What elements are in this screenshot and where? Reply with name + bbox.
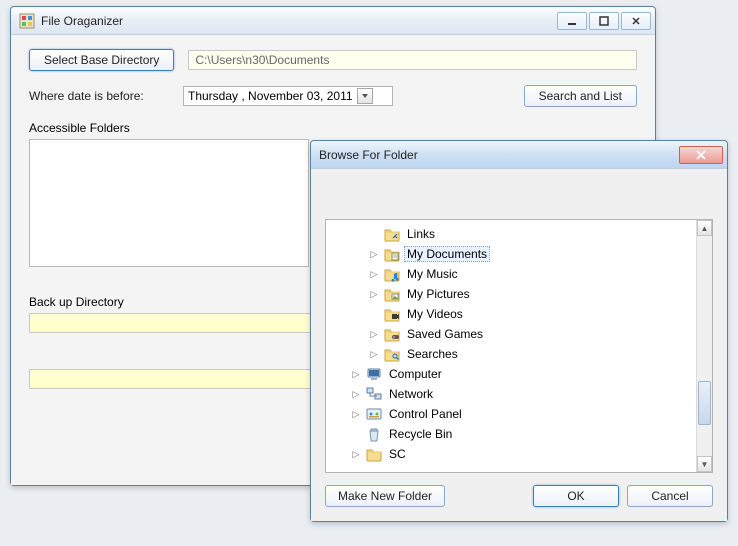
base-directory-value: C:\Users\n30\Documents: [195, 53, 329, 67]
date-picker[interactable]: Thursday , November 03, 2011: [183, 86, 393, 106]
tree-item[interactable]: ▷ Control Panel: [326, 404, 696, 424]
date-before-label: Where date is before:: [29, 89, 169, 103]
tree-item[interactable]: ▷ My Pictures: [326, 284, 696, 304]
expander-icon[interactable]: ▷: [350, 449, 362, 460]
folder-search-icon: [384, 346, 400, 362]
browse-window-buttons: [679, 146, 723, 164]
app-icon: [19, 13, 35, 29]
tree-item-label: Recycle Bin: [386, 426, 455, 442]
folder-link-icon: [384, 226, 400, 242]
date-picker-value: Thursday , November 03, 2011: [188, 89, 353, 103]
tree-item-label: My Documents: [404, 246, 490, 262]
scroll-down-button[interactable]: ▼: [697, 456, 712, 472]
expander-icon[interactable]: ▷: [350, 369, 362, 380]
expander-icon[interactable]: ▷: [368, 329, 380, 340]
folder-tree-list[interactable]: ▷Links▷My Documents▷My Music▷My Pictures…: [326, 220, 696, 472]
scroll-up-button[interactable]: ▲: [697, 220, 712, 236]
make-new-folder-button[interactable]: Make New Folder: [325, 485, 445, 507]
search-and-list-button[interactable]: Search and List: [524, 85, 637, 107]
control-icon: [366, 406, 382, 422]
accessible-folders-listbox[interactable]: [29, 139, 309, 267]
vertical-scrollbar[interactable]: ▲ ▼: [696, 220, 712, 472]
folder-music-icon: [384, 266, 400, 282]
folder-tree: ▷Links▷My Documents▷My Music▷My Pictures…: [325, 219, 713, 473]
tree-item[interactable]: ▷My Videos: [326, 304, 696, 324]
tree-item[interactable]: ▷ Saved Games: [326, 324, 696, 344]
browse-client: ▷Links▷My Documents▷My Music▷My Pictures…: [311, 169, 727, 521]
expander-icon[interactable]: ▷: [350, 389, 362, 400]
tree-item[interactable]: ▷ My Documents: [326, 244, 696, 264]
chevron-down-icon: [361, 92, 369, 100]
folder-video-icon: [384, 306, 400, 322]
titlebar[interactable]: File Oraganizer: [11, 7, 655, 35]
tree-item[interactable]: ▷ Network: [326, 384, 696, 404]
tree-item-label: Network: [386, 386, 436, 402]
browse-for-folder-dialog: Browse For Folder ▷Links▷My Documents▷My…: [310, 140, 728, 522]
scroll-track[interactable]: [697, 236, 712, 456]
tree-item-label: SC: [386, 446, 409, 462]
computer-icon: [366, 366, 382, 382]
expander-icon[interactable]: ▷: [350, 409, 362, 420]
tree-item-label: Saved Games: [404, 326, 486, 342]
ok-button[interactable]: OK: [533, 485, 619, 507]
scroll-thumb[interactable]: [698, 381, 711, 425]
select-base-directory-button[interactable]: Select Base Directory: [29, 49, 174, 71]
folder-doc-icon: [384, 246, 400, 262]
tree-item[interactable]: ▷ SC: [326, 444, 696, 464]
expander-icon[interactable]: ▷: [368, 269, 380, 280]
tree-item-label: Control Panel: [386, 406, 465, 422]
accessible-folders-label: Accessible Folders: [29, 121, 637, 135]
tree-item-label: Computer: [386, 366, 445, 382]
recycle-icon: [366, 426, 382, 442]
expander-icon[interactable]: ▷: [368, 349, 380, 360]
folder-game-icon: [384, 326, 400, 342]
tree-item[interactable]: ▷Recycle Bin: [326, 424, 696, 444]
cancel-button[interactable]: Cancel: [627, 485, 713, 507]
date-picker-dropdown-button[interactable]: [357, 88, 373, 104]
dialog-button-row: Make New Folder OK Cancel: [325, 485, 713, 507]
expander-icon[interactable]: ▷: [368, 289, 380, 300]
tree-item[interactable]: ▷ My Music: [326, 264, 696, 284]
base-directory-input[interactable]: C:\Users\n30\Documents: [188, 50, 637, 70]
close-button[interactable]: [621, 12, 651, 30]
browse-close-button[interactable]: [679, 146, 723, 164]
tree-item-label: Links: [404, 226, 438, 242]
tree-item-label: My Pictures: [404, 286, 473, 302]
expander-icon[interactable]: ▷: [368, 249, 380, 260]
minimize-button[interactable]: [557, 12, 587, 30]
folder-icon: [366, 446, 382, 462]
tree-item[interactable]: ▷ Searches: [326, 344, 696, 364]
tree-item[interactable]: ▷Links: [326, 224, 696, 244]
browse-title: Browse For Folder: [319, 148, 679, 162]
maximize-button[interactable]: [589, 12, 619, 30]
window-buttons: [557, 12, 651, 30]
folder-pic-icon: [384, 286, 400, 302]
tree-item-label: My Music: [404, 266, 461, 282]
tree-item-label: My Videos: [404, 306, 466, 322]
network-icon: [366, 386, 382, 402]
tree-item[interactable]: ▷ Computer: [326, 364, 696, 384]
tree-item-label: Searches: [404, 346, 461, 362]
window-title: File Oraganizer: [41, 14, 557, 28]
browse-titlebar[interactable]: Browse For Folder: [311, 141, 727, 169]
